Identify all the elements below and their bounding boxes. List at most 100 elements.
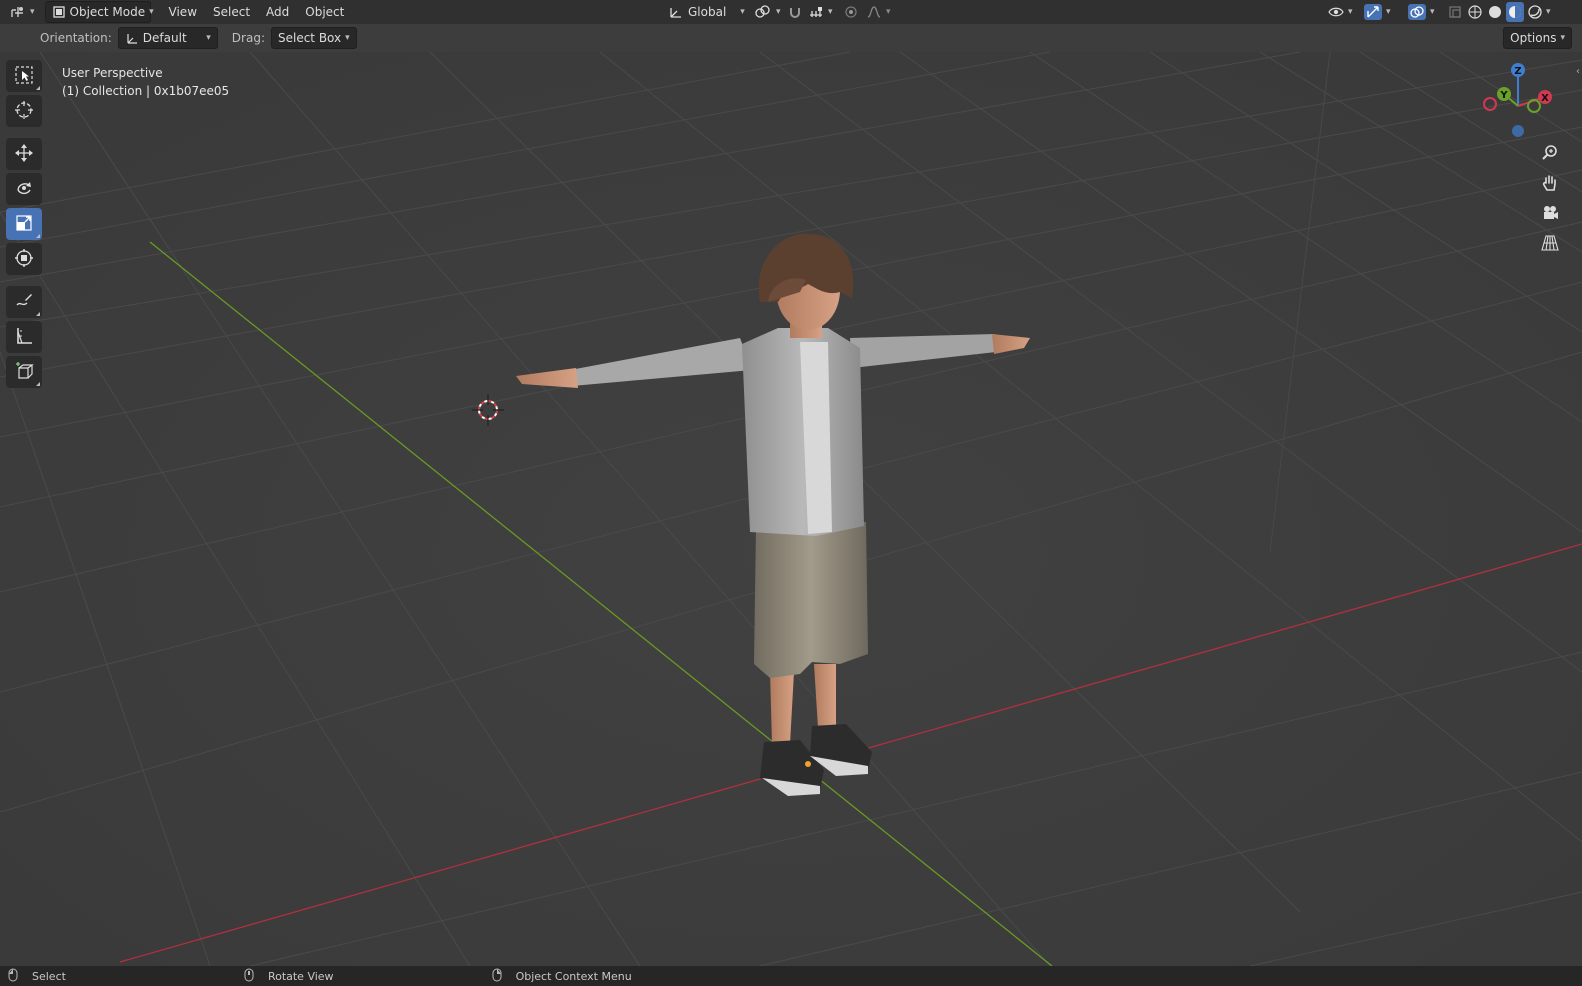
editor-type-button[interactable]: ▾ xyxy=(4,2,41,22)
viewport-info: User Perspective (1) Collection | 0x1b07… xyxy=(62,64,229,100)
zoom-view-button[interactable] xyxy=(1536,140,1564,168)
mouse-middle-icon xyxy=(244,968,254,985)
tool-rotate[interactable] xyxy=(6,173,42,205)
status-context-hint: Object Context Menu xyxy=(492,968,632,985)
measure-ruler-icon xyxy=(14,326,34,349)
gizmo-icon xyxy=(1364,4,1382,20)
3d-viewport[interactable]: User Perspective (1) Collection | 0x1b07… xyxy=(0,52,1582,966)
magnify-zoom-icon xyxy=(1541,144,1559,165)
viewport-grid xyxy=(0,52,1582,966)
projection-toggle-button[interactable] xyxy=(1536,230,1564,258)
pivot-point-button[interactable]: ▾ xyxy=(748,2,787,22)
tool-variants-indicator xyxy=(36,234,40,238)
mouse-right-icon xyxy=(492,968,502,985)
drag-label: Drag: xyxy=(231,31,265,45)
move-icon xyxy=(14,143,34,166)
chevron-down-icon: ▾ xyxy=(740,7,745,17)
status-bar: Select Rotate View Object Context Menu xyxy=(0,966,1582,986)
gizmo-neg-z-axis[interactable] xyxy=(1512,125,1524,137)
chevron-down-icon: ▾ xyxy=(149,7,154,17)
drag-select[interactable]: Select Box ▾ xyxy=(270,27,357,49)
orientation-axis-icon xyxy=(668,5,684,19)
tool-variants-indicator xyxy=(36,312,40,316)
status-select-label: Select xyxy=(32,969,66,983)
menu-add[interactable]: Add xyxy=(258,2,297,22)
tool-add-cube[interactable] xyxy=(6,356,42,388)
transform-icon xyxy=(14,248,34,271)
navigation-gizmo[interactable]: Z X Y xyxy=(1482,60,1572,150)
hand-pan-icon xyxy=(1541,174,1559,195)
options-label: Options xyxy=(1510,31,1557,45)
tool-scale[interactable] xyxy=(6,208,42,240)
mouse-left-icon xyxy=(8,968,18,985)
tool-options-bar: Orientation: Default ▾ Drag: Select Box … xyxy=(0,24,1582,52)
orientation-value: Default xyxy=(142,31,187,45)
shading-group: ▾ xyxy=(1466,2,1551,22)
gizmo-neg-y-axis[interactable] xyxy=(1527,99,1541,113)
solid-shading-icon[interactable] xyxy=(1486,2,1504,22)
falloff-curve-icon xyxy=(866,5,882,19)
drag-value: Select Box xyxy=(277,31,342,45)
view-name: User Perspective xyxy=(62,66,163,80)
options-button[interactable]: Options ▾ xyxy=(1503,27,1572,49)
status-rotate-hint: Rotate View xyxy=(244,968,334,985)
chevron-down-icon[interactable]: ▾ xyxy=(1546,7,1551,17)
pan-view-button[interactable] xyxy=(1536,170,1564,198)
viewport-header: ▾ Object Mode ▾ View Select Add Object G… xyxy=(0,0,1582,24)
xray-toggle[interactable] xyxy=(1442,2,1468,22)
camera-view-button[interactable] xyxy=(1536,200,1564,228)
chevron-down-icon: ▾ xyxy=(886,7,891,17)
mode-select[interactable]: Object Mode ▾ xyxy=(44,1,154,23)
chevron-down-icon: ▾ xyxy=(30,7,35,17)
tool-transform[interactable] xyxy=(6,243,42,275)
tool-variants-indicator xyxy=(36,86,40,90)
tool-select-box[interactable] xyxy=(6,60,42,92)
rendered-shading-icon[interactable] xyxy=(1526,2,1544,22)
proportional-edit-icon xyxy=(844,5,858,19)
snap-target-button[interactable]: ▾ xyxy=(802,2,839,22)
chevron-down-icon: ▾ xyxy=(345,33,350,43)
pivot-icon xyxy=(754,5,772,19)
orientation-select[interactable]: Default ▾ xyxy=(117,27,218,49)
menu-select[interactable]: Select xyxy=(205,2,258,22)
tool-measure[interactable] xyxy=(6,321,42,353)
gizmo-toggle[interactable]: ▾ xyxy=(1358,2,1397,22)
camera-icon xyxy=(1541,204,1559,225)
material-preview-icon[interactable] xyxy=(1506,2,1524,22)
wireframe-shading-icon[interactable] xyxy=(1466,2,1484,22)
orientation-axis-icon xyxy=(125,31,139,45)
chevron-down-icon: ▾ xyxy=(776,7,781,17)
add-cube-icon xyxy=(14,361,34,384)
gizmo-neg-x-axis[interactable] xyxy=(1483,97,1497,111)
mode-label: Object Mode xyxy=(69,5,146,19)
tool-variants-indicator xyxy=(36,382,40,386)
xray-icon xyxy=(1448,5,1462,19)
tool-move[interactable] xyxy=(6,138,42,170)
gizmo-z-label: Z xyxy=(1514,66,1521,77)
tool-annotate[interactable] xyxy=(6,286,42,318)
magnet-icon xyxy=(788,5,802,19)
chevron-down-icon: ▾ xyxy=(206,33,211,43)
transform-orientation-select[interactable]: Global ▾ xyxy=(662,2,751,22)
gizmo-y-label: Y xyxy=(1499,90,1508,101)
chevron-down-icon: ▾ xyxy=(1560,33,1565,43)
sidebar-expand-arrow[interactable]: ‹ xyxy=(1576,66,1580,77)
status-rotate-label: Rotate View xyxy=(267,969,334,983)
tool-cursor[interactable] xyxy=(6,95,42,127)
chevron-down-icon: ▾ xyxy=(828,7,833,17)
cursor-icon xyxy=(14,100,34,123)
tool-shelf xyxy=(6,60,44,391)
overlays-toggle[interactable]: ▾ xyxy=(1402,2,1441,22)
status-select-hint: Select xyxy=(8,968,66,985)
header-menus: View Select Add Object xyxy=(161,2,353,22)
editor-type-icon xyxy=(10,5,26,19)
chevron-down-icon: ▾ xyxy=(1430,7,1435,17)
chevron-down-icon: ▾ xyxy=(1348,7,1353,17)
menu-object[interactable]: Object xyxy=(297,2,352,22)
visibility-button[interactable]: ▾ xyxy=(1322,2,1359,22)
chevron-down-icon: ▾ xyxy=(1386,7,1391,17)
select-box-icon xyxy=(14,65,34,88)
rotate-icon xyxy=(14,178,34,201)
falloff-button[interactable]: ▾ xyxy=(860,2,897,22)
menu-view[interactable]: View xyxy=(161,2,205,22)
